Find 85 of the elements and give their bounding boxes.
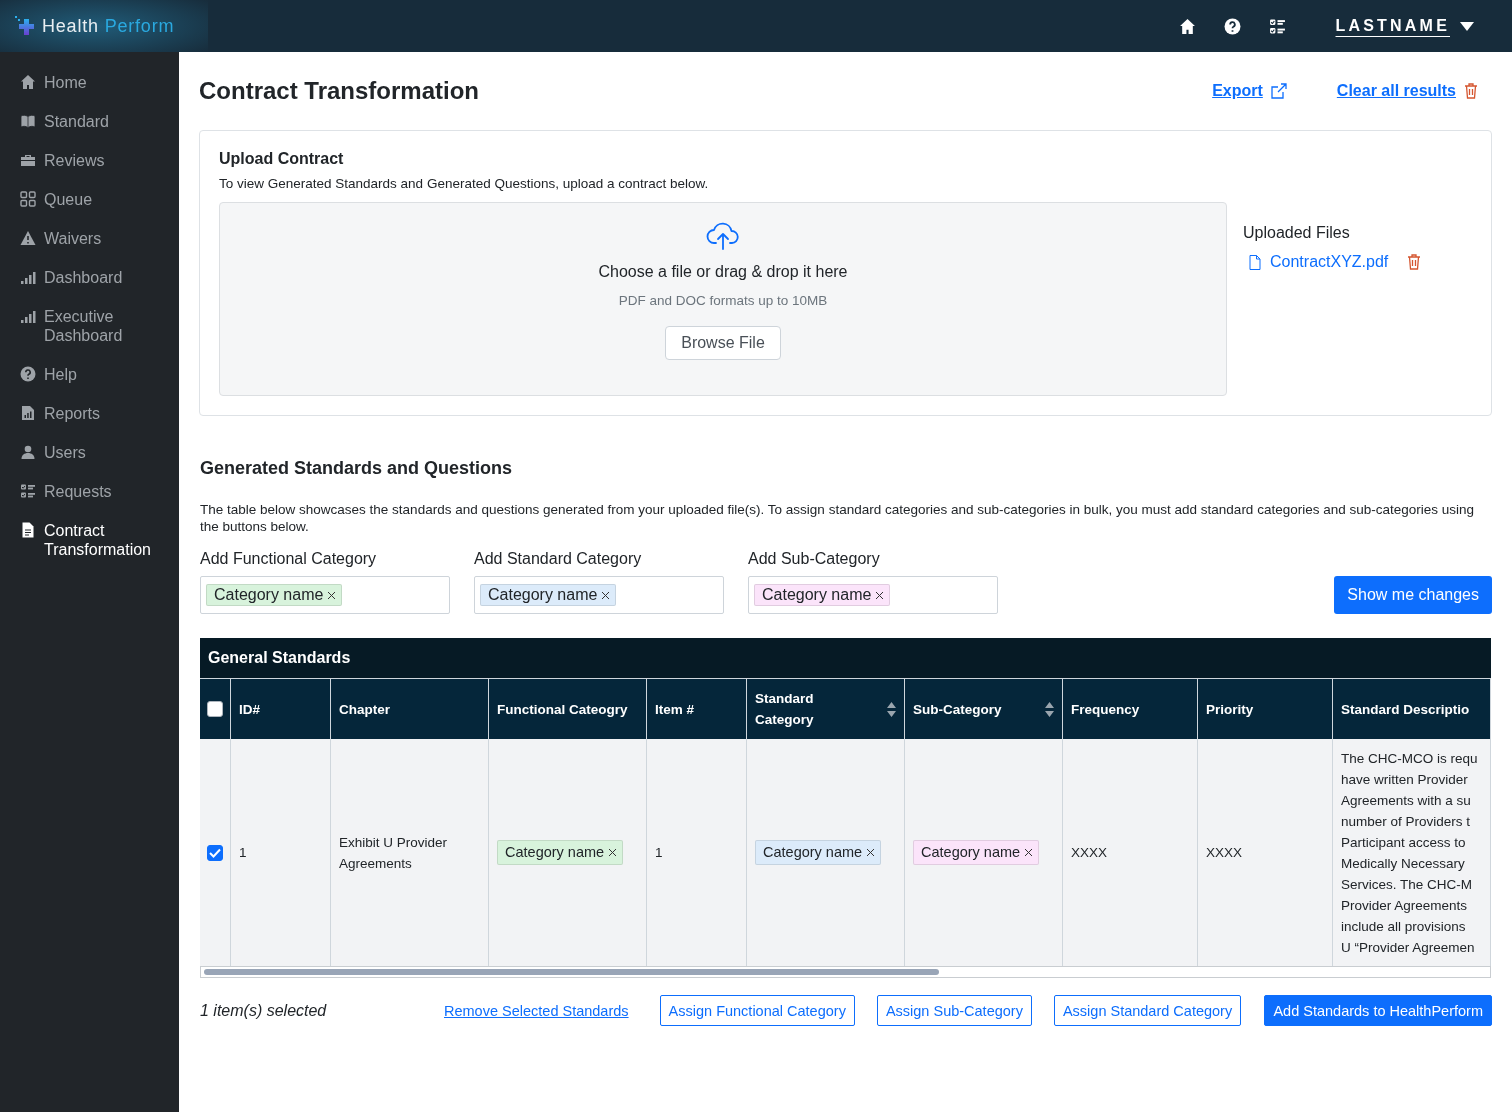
category-field[interactable]: Category name [474, 576, 724, 614]
sidebar-item[interactable]: Queue [0, 180, 179, 219]
caret-icon[interactable] [1460, 21, 1474, 31]
sidebar-briefcase-icon [20, 152, 36, 168]
table-cell-text: XXXX [1071, 844, 1108, 862]
delete-icon[interactable] [1407, 254, 1422, 270]
field-label: Add Standard Category [474, 550, 643, 568]
remove-icon[interactable] [601, 590, 611, 600]
remove-icon[interactable] [608, 848, 618, 857]
sidebar-bar-chart-icon [20, 269, 36, 285]
checkbox[interactable] [207, 701, 223, 717]
external-link-icon [1270, 83, 1287, 99]
sidebar-item[interactable]: Executive Dashboard [0, 297, 179, 355]
sort-icon[interactable] [1045, 701, 1054, 717]
sidebar-checklist-icon [20, 483, 36, 499]
category-tag: Category name [913, 840, 1040, 865]
sidebar-item[interactable]: Standard [0, 102, 179, 141]
category-tag: Category name [755, 840, 882, 865]
scrollbar-thumb[interactable] [204, 969, 939, 975]
sidebar-report-icon [20, 405, 36, 421]
sidebar-item[interactable]: Reviews [0, 141, 179, 180]
sidebar-book-icon [20, 113, 36, 129]
sidebar-user-icon [20, 444, 36, 460]
clear-results-link[interactable]: Clear all results [1336, 82, 1478, 100]
assign-button[interactable]: Assign Standard Category [1053, 995, 1242, 1026]
sidebar-item[interactable]: Help [0, 355, 179, 394]
drop-zone[interactable]: Choose a file or drag & drop it here PDF and DOC formats up to 10MB Browse File [219, 202, 1227, 396]
sidebar-item[interactable]: Contract Transformation [0, 511, 179, 569]
page-title: Contract Transformation [199, 77, 481, 105]
section-title: Upload Contract [219, 150, 345, 168]
table-cell-text: Exhibit U Provider Agreements [339, 833, 449, 873]
category-field[interactable]: Category name [748, 576, 998, 614]
section-description: The table below showcases the standards and questions generated from your uploaded file(s). To assign standard categories and sub-categories in bulk, you must add standard categories and sub-categories using the buttons below. [200, 501, 1476, 535]
sidebar-item[interactable]: Requests [0, 472, 179, 511]
sidebar-help-icon [20, 366, 36, 382]
user-menu[interactable]: LASTNAME [1335, 17, 1450, 35]
remove-icon[interactable] [327, 590, 337, 600]
sidebar-warning-icon [20, 230, 36, 246]
sidebar-bar-chart-icon [20, 308, 36, 324]
table-cell-text: 1 [655, 844, 663, 862]
sidebar-item[interactable]: Waivers [0, 219, 179, 258]
category-tag: Category name [754, 584, 891, 606]
uploaded-files-title: Uploaded Files [1243, 224, 1351, 242]
selection-count: 1 item(s) selected [200, 1001, 328, 1020]
assign-button[interactable]: Assign Sub-Category [876, 995, 1032, 1026]
format-hint: PDF and DOC formats up to 10MB [618, 293, 828, 308]
sidebar-home-icon [20, 74, 36, 90]
add-standards-button[interactable]: Add Standards to HealthPerform [1264, 995, 1492, 1026]
sidebar-grid-icon [20, 191, 36, 207]
drop-text: Choose a file or drag & drop it here [598, 263, 848, 281]
remove-icon[interactable] [875, 590, 885, 600]
sidebar-item[interactable]: Home [0, 63, 179, 102]
sort-icon[interactable] [887, 701, 896, 717]
browse-button[interactable]: Browse File [665, 326, 781, 360]
field-label: Add Functional Category [200, 550, 378, 568]
table-cell-text: The CHC-MCO is requ have written Provider Agreements with a su number of Providers t Participant access to Medically Necessary Services. The CHC-M Provider Agreements include all provisions U “Provider Agreemen [1341, 750, 1478, 957]
category-field[interactable]: Category name [200, 576, 450, 614]
checkbox[interactable] [207, 844, 223, 861]
field-label: Add Sub-Category [748, 550, 881, 568]
checklist-icon[interactable] [1268, 17, 1286, 35]
show-changes-button[interactable]: Show me changes [1334, 576, 1492, 614]
help-icon[interactable] [1223, 17, 1241, 35]
table-cell-text: XXXX [1206, 844, 1243, 862]
remove-selected-link[interactable]: Remove Selected Standards [444, 1002, 629, 1019]
upload-hint: To view Generated Standards and Generated Questions, upload a contract below. [219, 176, 710, 191]
export-link[interactable]: Export [1212, 82, 1287, 100]
sidebar-item[interactable]: Dashboard [0, 258, 179, 297]
remove-icon[interactable] [1024, 848, 1034, 857]
category-tag: Category name [480, 584, 617, 606]
sidebar-document-icon [20, 522, 36, 538]
table-cell-text: 1 [239, 844, 247, 862]
sidebar-item[interactable]: Users [0, 433, 179, 472]
table-title: General Standards [200, 638, 1491, 678]
sidebar-item[interactable]: Reports [0, 394, 179, 433]
section-title: Generated Standards and Questions [200, 458, 514, 479]
remove-icon[interactable] [866, 848, 876, 857]
home-icon [1178, 17, 1196, 35]
category-tag: Category name [497, 840, 624, 865]
category-tag: Category name [206, 584, 343, 606]
file-link[interactable]: ContractXYZ.pdf [1270, 253, 1389, 271]
file-icon [1249, 254, 1261, 270]
cloud-upload-icon [706, 221, 740, 251]
delete-icon [1464, 83, 1478, 99]
logo-text: Health Perform [42, 15, 175, 37]
assign-button[interactable]: Assign Functional Category [659, 995, 855, 1026]
